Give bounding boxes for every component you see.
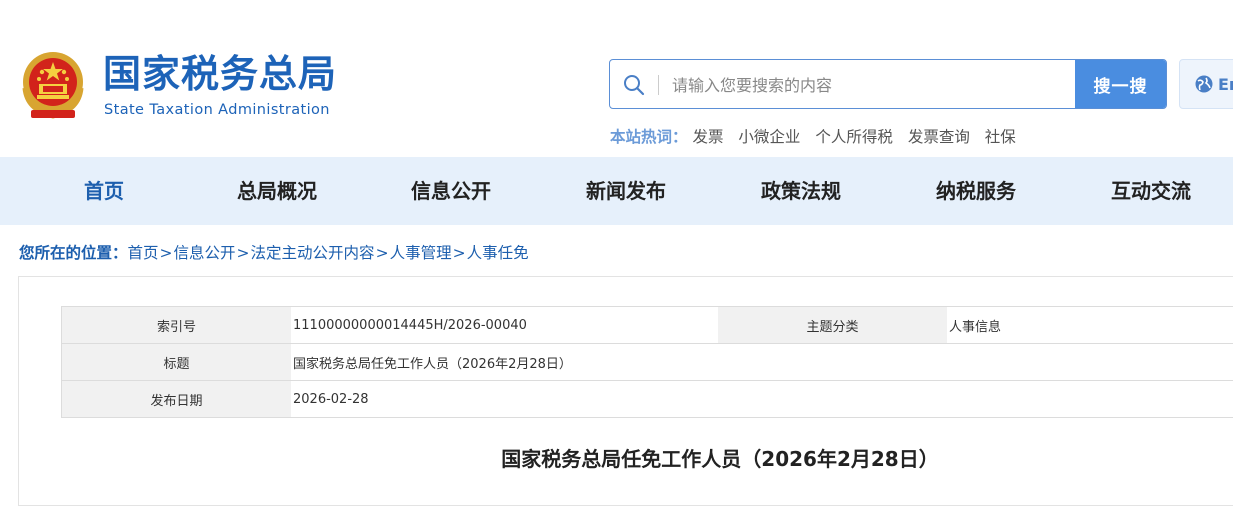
search-box: 搜一搜 xyxy=(609,59,1167,109)
globe-icon xyxy=(1194,74,1214,94)
breadcrumb: 您所在的位置：首页>信息公开>法定主动公开内容>人事管理>人事任免 xyxy=(19,241,529,263)
english-version-label: En xyxy=(1218,75,1233,94)
english-version-button[interactable]: En xyxy=(1179,59,1233,109)
metadata-table: 索引号 11100000000014445H/2026-00040 主题分类 人… xyxy=(61,306,1233,418)
article-title: 国家税务总局任免工作人员（2026年2月28日） xyxy=(0,443,1233,472)
breadcrumb-label: 您所在的位置： xyxy=(19,244,128,262)
index-label: 索引号 xyxy=(62,307,292,344)
breadcrumb-item[interactable]: 人事任免 xyxy=(467,244,529,262)
title-value: 国家税务总局任免工作人员（2026年2月28日） xyxy=(291,344,1233,381)
hot-word-link[interactable]: 发票 xyxy=(692,128,723,146)
nav-item-home[interactable]: 首页 xyxy=(84,157,124,225)
nav-item-policy[interactable]: 政策法规 xyxy=(761,157,841,225)
breadcrumb-separator: > xyxy=(376,244,389,262)
breadcrumb-item[interactable]: 人事管理 xyxy=(390,244,452,262)
hot-word-link[interactable]: 小微企业 xyxy=(738,128,800,146)
breadcrumb-item[interactable]: 法定主动公开内容 xyxy=(251,244,375,262)
search-input[interactable] xyxy=(670,70,1074,100)
search-divider xyxy=(658,75,659,95)
breadcrumb-separator: > xyxy=(453,244,466,262)
national-emblem-logo[interactable] xyxy=(17,48,89,122)
breadcrumb-item[interactable]: 信息公开 xyxy=(174,244,236,262)
hot-searches-label: 本站热词： xyxy=(610,128,688,146)
hot-word-link[interactable]: 发票查询 xyxy=(908,128,970,146)
site-title: 国家税务总局 xyxy=(103,50,337,98)
date-value: 2026-02-28 xyxy=(291,381,1233,418)
title-label: 标题 xyxy=(62,344,292,381)
breadcrumb-item[interactable]: 首页 xyxy=(128,244,159,262)
category-label: 主题分类 xyxy=(718,307,947,344)
breadcrumb-separator: > xyxy=(160,244,173,262)
nav-item-interaction[interactable]: 互动交流 xyxy=(1111,157,1191,225)
index-value: 11100000000014445H/2026-00040 xyxy=(291,307,718,344)
hot-searches: 本站热词： 发票 小微企业 个人所得税 发票查询 社保 xyxy=(610,125,1026,147)
breadcrumb-separator: > xyxy=(237,244,250,262)
site-subtitle: State Taxation Administration xyxy=(104,102,330,118)
hot-word-link[interactable]: 个人所得税 xyxy=(815,128,893,146)
nav-item-tax-service[interactable]: 纳税服务 xyxy=(936,157,1016,225)
table-row: 索引号 11100000000014445H/2026-00040 主题分类 人… xyxy=(62,307,1233,344)
search-icon xyxy=(622,73,646,97)
search-button[interactable]: 搜一搜 xyxy=(1075,60,1166,108)
nav-item-news[interactable]: 新闻发布 xyxy=(586,157,666,225)
table-row: 标题 国家税务总局任免工作人员（2026年2月28日） xyxy=(62,344,1233,381)
nav-item-overview[interactable]: 总局概况 xyxy=(237,157,317,225)
nav-item-info-disclosure[interactable]: 信息公开 xyxy=(411,157,491,225)
table-row: 发布日期 2026-02-28 xyxy=(62,381,1233,418)
hot-word-link[interactable]: 社保 xyxy=(985,128,1016,146)
date-label: 发布日期 xyxy=(62,381,292,418)
category-value: 人事信息 xyxy=(947,307,1233,344)
main-nav: 首页 总局概况 信息公开 新闻发布 政策法规 纳税服务 互动交流 xyxy=(0,157,1233,225)
